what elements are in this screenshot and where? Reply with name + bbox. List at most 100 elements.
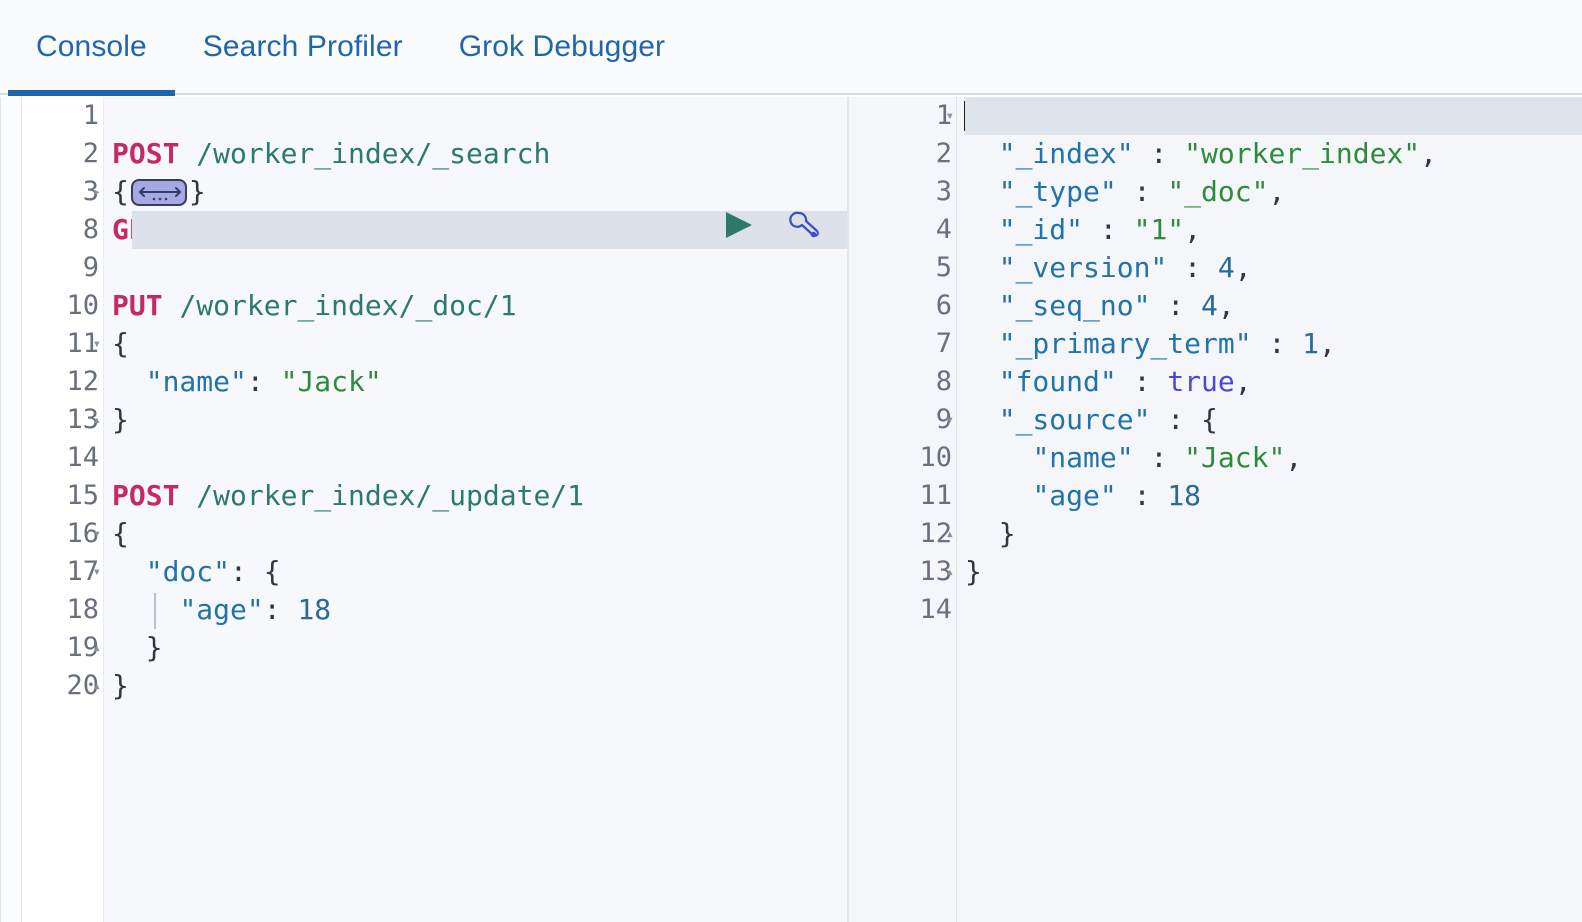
play-icon[interactable] <box>722 210 756 250</box>
fold-toggle-icon[interactable]: ▾ <box>940 401 954 439</box>
code-line[interactable]: } <box>965 515 1582 553</box>
code-line[interactable]: "_version" : 4, <box>965 249 1582 287</box>
line-number[interactable]: 15 <box>21 477 103 515</box>
fold-toggle-icon[interactable]: ▾ <box>87 515 101 553</box>
line-number[interactable]: 4 <box>848 211 956 249</box>
line-number[interactable]: 10 <box>848 439 956 477</box>
response-code-area[interactable]: { "_index" : "worker_index", "_type" : "… <box>956 97 1582 922</box>
fold-toggle-icon[interactable]: ▴ <box>87 667 101 705</box>
line-number[interactable]: 19 ▴ <box>21 629 103 667</box>
line-number[interactable]: 9 <box>21 249 103 287</box>
line-number[interactable]: 3 <box>848 173 956 211</box>
tab-console[interactable]: Console <box>8 0 175 96</box>
fold-toggle-icon[interactable]: ▾ <box>87 325 101 363</box>
json-key: "_index" <box>998 137 1134 170</box>
code-line[interactable]: "_source" : { <box>965 401 1582 439</box>
fold-toggle-icon[interactable]: ▴ <box>940 553 954 591</box>
response-viewer-pane[interactable]: 1▾23456789▾101112▴13▴14 { "_index" : "wo… <box>848 97 1582 922</box>
code-line[interactable]: } <box>965 553 1582 591</box>
json-key: "age" <box>1032 479 1117 512</box>
json-key: "_seq_no" <box>998 289 1151 322</box>
code-line-text: PUT /worker_index/_doc/1 <box>112 289 517 322</box>
line-number[interactable]: 20 ▴ <box>21 667 103 705</box>
json-key: "_source" <box>998 403 1151 436</box>
code-line[interactable]: { <box>112 515 848 553</box>
request-editor[interactable]: 1 2 3 ▸ 8 9 10 11 ▾ 12 13 ▴ 14 15 16 ▾ 17 ▾ 18 19 ▴ 20 ▴ POST … <box>1 97 848 922</box>
line-number[interactable]: 1 <box>21 97 103 135</box>
code-line[interactable]: {} <box>112 173 848 211</box>
code-line[interactable]: } <box>112 401 848 439</box>
fold-toggle-icon[interactable]: ▾ <box>940 97 954 135</box>
code-line-text: "age" : 18 <box>1032 479 1202 512</box>
json-key: "doc" <box>145 555 231 588</box>
code-line-text: "found" : true, <box>998 365 1252 398</box>
code-line[interactable]: "_id" : "1", <box>965 211 1582 249</box>
line-number[interactable]: 12 ▴ <box>848 515 956 553</box>
code-line[interactable]: "_seq_no" : 4, <box>965 287 1582 325</box>
code-line-text: "_primary_term" : 1, <box>998 327 1336 360</box>
json-key: "_version" <box>998 251 1168 284</box>
code-line[interactable]: } <box>112 629 848 667</box>
fold-toggle-icon[interactable]: ▴ <box>87 629 101 667</box>
line-number[interactable]: 13 ▴ <box>848 553 956 591</box>
code-line[interactable]: "age": 18 <box>112 591 848 629</box>
line-actions <box>722 211 820 249</box>
code-line[interactable]: "_type" : "_doc", <box>965 173 1582 211</box>
line-number[interactable]: 5 <box>848 249 956 287</box>
tab-search-profiler-label: Search Profiler <box>202 29 403 63</box>
line-number[interactable]: 14 <box>21 439 103 477</box>
code-line[interactable] <box>112 97 848 135</box>
line-number[interactable]: 11 <box>848 477 956 515</box>
code-line[interactable]: POST /worker_index/_update/1 <box>112 477 848 515</box>
code-line[interactable]: GET /worker_index/_doc/1 <box>112 211 848 249</box>
line-number[interactable]: 14 <box>848 591 956 629</box>
request-editor-pane[interactable]: 1 2 3 ▸ 8 9 10 11 ▾ 12 13 ▴ 14 15 16 ▾ 17 ▾ 18 19 ▴ 20 ▴ POST … <box>0 97 848 922</box>
code-line[interactable]: "name" : "Jack", <box>965 439 1582 477</box>
folded-code-widget[interactable] <box>130 179 187 206</box>
json-string: "worker_index" <box>1184 137 1421 170</box>
code-line[interactable]: "found" : true, <box>965 363 1582 401</box>
wrench-icon[interactable] <box>786 209 820 251</box>
request-path: /worker_index/_doc/1 <box>179 289 517 322</box>
line-number[interactable]: 18 <box>21 591 103 629</box>
fold-toggle-icon[interactable]: ▴ <box>940 515 954 553</box>
code-line[interactable]: "doc": { <box>112 553 848 591</box>
code-line[interactable]: "age" : 18 <box>965 477 1582 515</box>
code-line[interactable]: "_index" : "worker_index", <box>965 135 1582 173</box>
code-line[interactable]: "_primary_term" : 1, <box>965 325 1582 363</box>
line-number[interactable]: 6 <box>848 287 956 325</box>
code-line[interactable]: "name": "Jack" <box>112 363 848 401</box>
fold-toggle-icon[interactable]: ▸ <box>87 173 101 211</box>
fold-toggle-icon[interactable]: ▴ <box>87 401 101 439</box>
line-number[interactable]: 13 ▴ <box>21 401 103 439</box>
request-gutter[interactable]: 1 2 3 ▸ 8 9 10 11 ▾ 12 13 ▴ 14 15 16 ▾ 17 ▾ 18 19 ▴ 20 ▴ <box>1 97 103 922</box>
request-code-area[interactable]: POST /worker_index/_search{}GET /worker_… <box>103 97 848 922</box>
response-gutter[interactable]: 1 ▾ 2 3 4 5 6 7 8 9 ▾ 10 11 12 ▴ 13 ▴ 14 <box>848 97 956 922</box>
line-number[interactable]: 17 ▾ <box>21 553 103 591</box>
tab-search-profiler[interactable]: Search Profiler <box>175 0 431 94</box>
line-number[interactable]: 8 <box>21 211 103 249</box>
code-line[interactable] <box>965 591 1582 629</box>
line-number[interactable]: 12 <box>21 363 103 401</box>
line-number[interactable]: 2 <box>21 135 103 173</box>
line-number[interactable]: 10 <box>21 287 103 325</box>
code-line[interactable]: { <box>964 97 1582 135</box>
code-line[interactable]: PUT /worker_index/_doc/1 <box>112 287 848 325</box>
line-number[interactable]: 7 <box>848 325 956 363</box>
tab-grok-debugger[interactable]: Grok Debugger <box>431 0 693 94</box>
fold-toggle-icon[interactable]: ▾ <box>87 553 101 591</box>
code-line[interactable]: { <box>112 325 848 363</box>
line-number[interactable]: 9 ▾ <box>848 401 956 439</box>
line-number[interactable]: 8 <box>848 363 956 401</box>
line-number[interactable]: 16 ▾ <box>21 515 103 553</box>
code-line[interactable] <box>112 439 848 477</box>
code-line[interactable] <box>112 249 848 287</box>
line-number[interactable]: 3 ▸ <box>21 173 103 211</box>
json-string: "Jack" <box>280 365 382 398</box>
response-editor[interactable]: 1▾23456789▾101112▴13▴14 { "_index" : "wo… <box>848 97 1582 922</box>
line-number[interactable]: 11 ▾ <box>21 325 103 363</box>
line-number[interactable]: 2 <box>848 135 956 173</box>
code-line[interactable]: POST /worker_index/_search <box>112 135 848 173</box>
line-number[interactable]: 1 ▾ <box>848 97 956 135</box>
code-line[interactable]: } <box>112 667 848 705</box>
